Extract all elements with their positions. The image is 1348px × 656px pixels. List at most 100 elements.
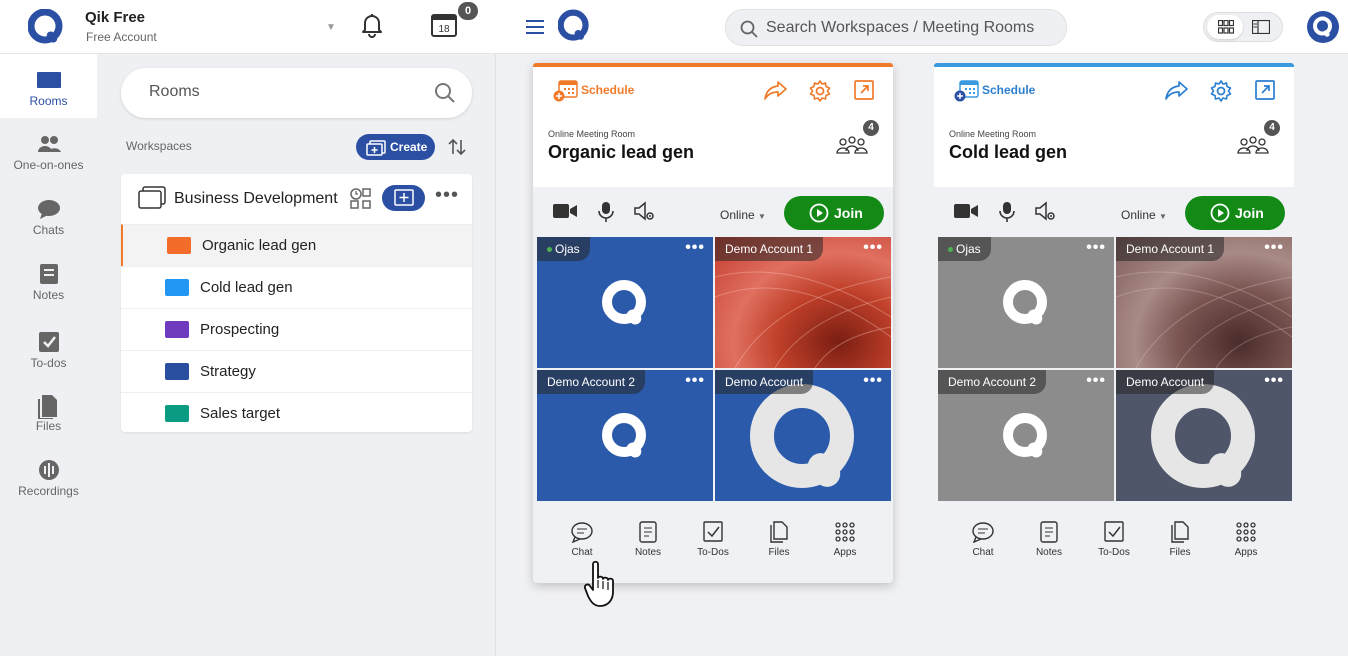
rooms-search[interactable] [121,68,472,118]
share-icon[interactable] [763,79,789,106]
user-avatar[interactable] [1307,11,1339,48]
nav-label: Chats [32,223,65,237]
rooms-search-input[interactable] [149,83,409,101]
toolbar-apps[interactable]: Apps [1221,521,1271,558]
toolbar-apps[interactable]: Apps [820,521,870,558]
room-item[interactable]: Strategy [121,350,472,392]
microphone-icon[interactable] [998,201,1016,228]
participant-tile[interactable]: Demo Account 1 ••• [1116,237,1292,368]
participant-name: Demo Account 2 [938,370,1047,394]
qik-avatar-icon [1003,280,1047,325]
tile-options-icon[interactable]: ••• [685,372,705,390]
speaker-settings-icon[interactable] [1034,201,1058,228]
join-button[interactable]: Join [1185,196,1285,230]
toolbar-notes[interactable]: Notes [623,521,673,558]
nav-recordings[interactable]: Recordings [0,444,97,508]
toolbar-chat[interactable]: Chat [557,521,607,558]
microphone-icon[interactable] [597,201,615,228]
qik-logo-icon[interactable] [557,9,590,48]
recordings-icon [36,460,62,487]
tile-options-icon[interactable]: ••• [863,239,883,257]
room-name: Organic lead gen [202,237,317,254]
qik-logo-icon[interactable] [27,8,64,50]
join-button[interactable]: Join [784,196,884,230]
speaker-settings-icon[interactable] [633,201,657,228]
tile-options-icon[interactable]: ••• [1086,372,1106,390]
room-item[interactable]: Sales target [121,392,472,434]
participant-tile[interactable]: Demo Account 2 ••• [938,370,1114,501]
participant-name: Ojas [938,237,991,261]
room-type-label: Online Meeting Room [548,129,636,139]
online-dot [547,247,552,253]
toolbar-files[interactable]: Files [1155,521,1205,558]
view-toggle[interactable] [1203,12,1283,42]
nav-notes[interactable]: Notes [0,248,97,312]
share-icon[interactable] [1164,79,1190,106]
schedule-button[interactable]: Schedule [954,80,1035,102]
nav-rooms[interactable]: Rooms [0,54,97,118]
presence-status-dropdown[interactable]: Online ▼ [1121,208,1167,222]
hamburger-menu-icon[interactable] [526,19,546,40]
workspace-header[interactable]: Business Development ••• [121,174,472,224]
video-camera-icon[interactable] [953,201,979,226]
create-button[interactable]: Create [356,134,435,160]
tile-options-icon[interactable]: ••• [1264,239,1284,257]
workspace-search[interactable] [725,9,1067,46]
room-color-swatch [165,321,189,338]
add-room-button[interactable] [382,185,425,211]
participant-tile[interactable]: Ojas ••• [938,237,1114,368]
chat-icon [972,522,994,543]
card-header: Schedule Online Meeting Room Organic lea… [533,67,893,187]
room-toolbar: Chat Notes To-Dos Files Apps [934,503,1294,583]
participant-tile[interactable]: Ojas ••• [537,237,713,368]
grid-view-icon[interactable] [1207,15,1243,39]
participant-tile[interactable]: Demo Account 1 ••• [715,237,891,368]
workspace-card: Business Development ••• Organic lead ge… [121,174,472,432]
toolbar-label: Files [768,547,790,558]
participants-icon[interactable] [835,135,869,160]
settings-gear-icon[interactable] [1209,79,1233,108]
sort-icon[interactable] [447,137,467,162]
settings-gear-icon[interactable] [808,79,832,108]
toolbar-chat[interactable]: Chat [958,521,1008,558]
nav-todos[interactable]: To-dos [0,316,97,380]
history-grid-icon[interactable] [349,187,373,214]
room-item[interactable]: Organic lead gen [121,224,472,266]
tile-options-icon[interactable]: ••• [1086,239,1106,257]
account-dropdown-icon[interactable]: ▼ [326,22,336,33]
toolbar-todos[interactable]: To-Dos [688,521,738,558]
calendar-icon[interactable]: 18 [430,12,458,43]
participant-tile[interactable]: Demo Account ••• [1116,370,1292,501]
presence-status-dropdown[interactable]: Online ▼ [720,208,766,222]
tile-options-icon[interactable]: ••• [1264,372,1284,390]
online-dot [948,247,953,253]
room-item[interactable]: Prospecting [121,308,472,350]
bell-icon[interactable] [360,12,384,43]
participant-tile[interactable]: Demo Account ••• [715,370,891,501]
nav-chats[interactable]: Chats [0,183,97,247]
sidebar-view-icon[interactable] [1251,19,1271,39]
participants-count: 4 [863,120,879,136]
open-external-icon[interactable] [853,79,875,106]
toolbar-files[interactable]: Files [754,521,804,558]
tile-options-icon[interactable]: ••• [863,372,883,390]
participants-icon[interactable] [1236,135,1270,160]
account-name[interactable]: Qik Free [85,9,145,26]
search-icon[interactable] [434,82,456,109]
participant-tile[interactable]: Demo Account 2 ••• [537,370,713,501]
more-options-icon[interactable]: ••• [435,184,459,207]
tile-options-icon[interactable]: ••• [685,239,705,257]
room-item[interactable]: Cold lead gen [121,266,472,308]
video-camera-icon[interactable] [552,201,578,226]
room-type-label: Online Meeting Room [949,129,1037,139]
schedule-button[interactable]: Schedule [553,80,634,102]
toolbar-todos[interactable]: To-Dos [1089,521,1139,558]
toolbar-notes[interactable]: Notes [1024,521,1074,558]
toolbar-label: Apps [833,547,857,558]
open-external-icon[interactable] [1254,79,1276,106]
hand-pointer-cursor-icon [583,560,624,613]
toolbar-label: Notes [634,547,662,558]
nav-one-on-ones[interactable]: One-on-ones [0,118,97,182]
workspace-search-input[interactable] [766,19,1056,37]
nav-files[interactable]: Files [0,379,97,443]
